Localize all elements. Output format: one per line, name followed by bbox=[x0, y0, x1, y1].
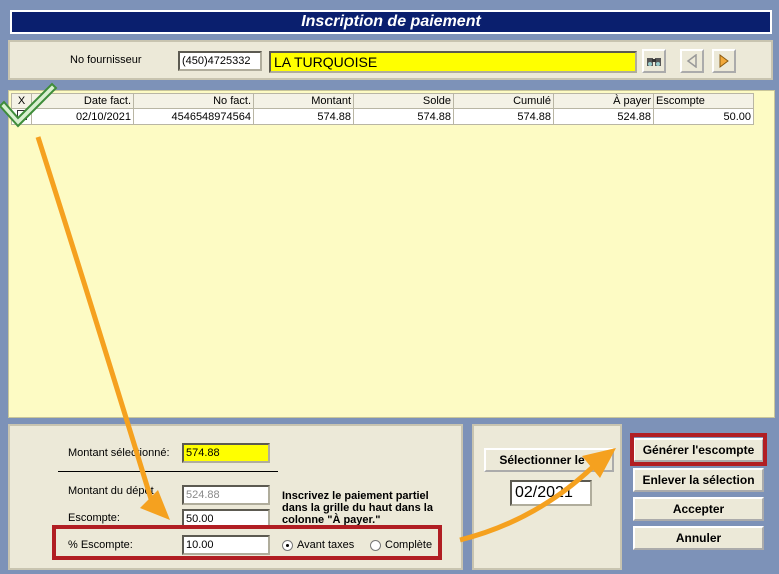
checkmark-icon bbox=[0, 82, 58, 128]
orange-arrow-down bbox=[35, 136, 158, 513]
arrowhead-icon bbox=[140, 490, 170, 520]
annotation-overlay bbox=[0, 82, 616, 543]
orange-arrow-right bbox=[459, 458, 602, 543]
